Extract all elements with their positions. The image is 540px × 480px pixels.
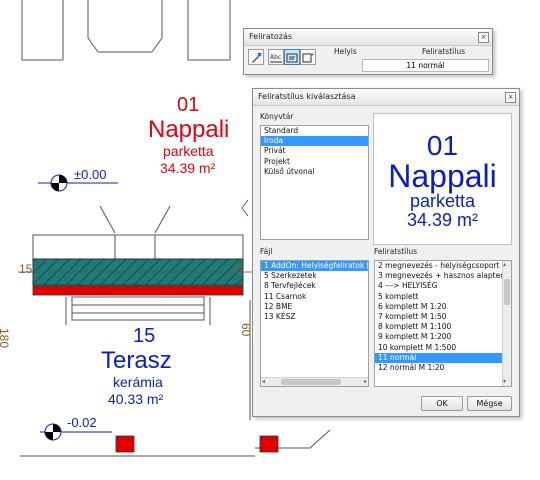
column-1 bbox=[115, 435, 135, 453]
room1-material: parketta bbox=[163, 143, 214, 159]
file-list-item[interactable]: 11 Csarnok bbox=[261, 292, 368, 302]
preview-name: Nappali bbox=[388, 158, 497, 194]
file-list-horizontal-scrollbar[interactable]: ◂ ▸ bbox=[261, 377, 368, 386]
wall-lines bbox=[21, 0, 231, 61]
library-list-item[interactable]: Külső útvonal bbox=[261, 167, 368, 177]
style-list-item[interactable]: 12 normál M 1:20 bbox=[375, 363, 511, 373]
room1-name: Nappali bbox=[148, 116, 230, 143]
file-list-item[interactable]: 5 Szerkezetek bbox=[261, 271, 368, 281]
door-symbol bbox=[32, 205, 244, 260]
room1-area: 34.39 m² bbox=[160, 160, 216, 176]
close-icon[interactable]: × bbox=[478, 32, 489, 43]
style-list-item[interactable]: 8 komplett M 1:100 bbox=[375, 322, 511, 332]
label-settings-icon[interactable] bbox=[300, 49, 316, 65]
room2-number: 15 bbox=[133, 325, 156, 347]
preview-material: parketta bbox=[409, 191, 476, 211]
library-list[interactable]: Standard Iroda Privát Projekt Külső útvonal bbox=[260, 125, 369, 240]
terrace-steps bbox=[65, 296, 211, 325]
file-list-item[interactable]: 8 Tervfejlécek bbox=[261, 281, 368, 291]
file-label: Fájl bbox=[260, 247, 273, 256]
file-list-item[interactable]: 1 AddOn: Helyiségfeliratok [2.1 bbox=[261, 261, 368, 272]
close-icon[interactable]: × bbox=[505, 92, 516, 103]
style-list-item[interactable]: 11 normál bbox=[375, 352, 511, 364]
file-list-item[interactable]: 12 BME bbox=[261, 302, 368, 312]
svg-text:Abc: Abc bbox=[270, 54, 281, 61]
style-list-item[interactable]: 4 ---> HELYISÉG bbox=[375, 281, 511, 291]
style-header-label: Feliratstílus bbox=[422, 47, 465, 56]
library-list-item[interactable]: Iroda bbox=[261, 136, 368, 147]
style-list-item[interactable]: 2 megnevezés - helyiségcsoport bbox=[375, 261, 511, 271]
scroll-thumb[interactable] bbox=[281, 379, 341, 385]
ok-button[interactable]: OK bbox=[421, 396, 463, 411]
layer-label: Helyis bbox=[334, 47, 357, 56]
style-list-item[interactable]: 5 komplett bbox=[375, 292, 511, 302]
scroll-thumb[interactable] bbox=[504, 279, 510, 305]
style-list-label: Feliratstílus bbox=[374, 247, 417, 256]
red-threshold bbox=[32, 285, 244, 296]
dialog-titlebar[interactable]: Feliratstílus kiválasztása × bbox=[253, 89, 519, 106]
style-value-field[interactable]: 11 normál bbox=[362, 59, 489, 72]
scroll-down-icon[interactable]: ▾ bbox=[503, 378, 506, 386]
room2-material: kerámia bbox=[113, 374, 163, 390]
dimension-right: 0 bbox=[236, 262, 243, 276]
label-icon[interactable] bbox=[284, 49, 300, 65]
preview-area: 34.39 m² bbox=[406, 210, 479, 230]
preview-number: 01 bbox=[426, 130, 459, 161]
style-list[interactable]: 2 megnevezés - helyiségcsoport 3 megnevez… bbox=[374, 260, 512, 387]
style-list-item[interactable]: 10 komplett M 1:500 bbox=[375, 343, 511, 353]
room2-name: Terasz bbox=[101, 347, 172, 374]
labeling-toolbar-titlebar[interactable]: Feliratozás × bbox=[244, 29, 492, 46]
style-list-item[interactable]: 3 megnevezés + hasznos alapterület bbox=[375, 271, 511, 281]
room2-area: 40.33 m² bbox=[108, 391, 164, 407]
library-label: Könyvtár bbox=[260, 112, 294, 121]
library-list-item[interactable]: Standard bbox=[261, 126, 368, 136]
library-list-item[interactable]: Projekt bbox=[261, 157, 368, 167]
scroll-left-icon[interactable]: ◂ bbox=[262, 378, 265, 386]
library-list-item[interactable]: Privát bbox=[261, 146, 368, 156]
level-label-2: -0.02 bbox=[67, 415, 97, 430]
style-value-text: 11 normál bbox=[406, 61, 445, 70]
labeling-toolbar-title: Feliratozás bbox=[249, 32, 293, 41]
dimension-right-vertical: 60 bbox=[239, 323, 253, 337]
style-list-vertical-scrollbar[interactable]: ▴ ▾ bbox=[502, 261, 511, 386]
level-label-1: ±0.00 bbox=[74, 167, 107, 182]
cancel-button[interactable]: Mégse bbox=[467, 396, 512, 411]
style-list-item[interactable]: 6 komplett M 1:20 bbox=[375, 302, 511, 312]
preview-panel: 01 Nappali parketta 34.39 m² bbox=[373, 113, 512, 245]
labeling-toolbar-window: Feliratozás × Abc Helyis Feliratstílus 1… bbox=[243, 28, 493, 75]
pick-icon[interactable] bbox=[248, 49, 264, 65]
column-2 bbox=[259, 435, 279, 453]
dialog-title: Feliratstílus kiválasztása bbox=[258, 92, 356, 101]
file-list[interactable]: 1 AddOn: Helyiségfeliratok [2.15 Szerkez… bbox=[260, 260, 369, 387]
dimension-left-vertical: 180 bbox=[0, 328, 11, 349]
style-list-item[interactable]: 9 komplett M 1:200 bbox=[375, 332, 511, 342]
style-selection-dialog: Feliratstílus kiválasztása × Könyvtár St… bbox=[252, 88, 520, 417]
file-list-item[interactable]: 13 KÉSZ bbox=[261, 312, 368, 322]
style-list-item[interactable]: 7 komplett M 1:50 bbox=[375, 312, 511, 322]
room1-number: 01 bbox=[177, 94, 200, 116]
dimension-left: 15 bbox=[19, 262, 33, 276]
scroll-up-icon[interactable]: ▴ bbox=[503, 261, 506, 269]
text-icon[interactable]: Abc bbox=[268, 49, 284, 65]
scroll-right-icon[interactable]: ▸ bbox=[364, 378, 367, 386]
